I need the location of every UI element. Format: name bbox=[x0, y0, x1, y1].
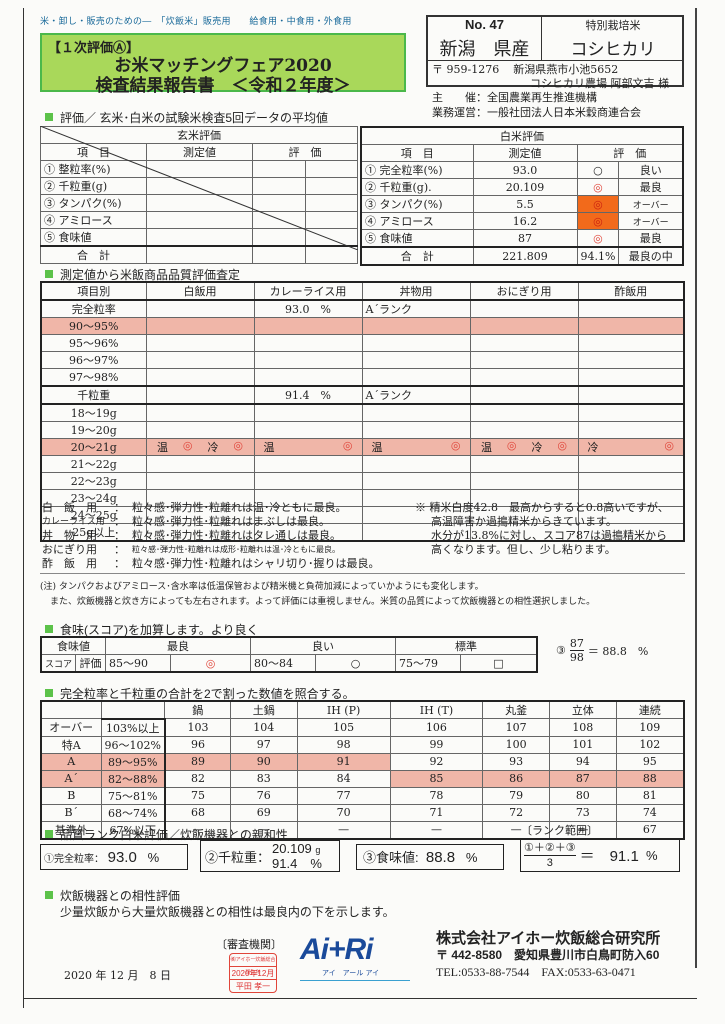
report-date: 2020 年 12 月 8 日 bbox=[64, 969, 171, 982]
table-row: ⑤ 食味値 87 ◎ 最良 bbox=[360, 229, 684, 248]
comment-row: おにぎり用：粒々感･弾力性･粒離れは成形･粒離れは温･冷ともに最良。 bbox=[42, 543, 340, 556]
total-row: 合 計 221.809 94.1% 最良の中 bbox=[360, 246, 684, 266]
address-block: 〒 959-1276 新潟県燕市小池5652 コシヒカリ農場 阿部文吉 様 bbox=[432, 63, 669, 91]
sen-row: 千粒重 91.4 % A´ランク bbox=[40, 385, 685, 405]
operator: 業務運営：一般社団法人日本米穀商連合会 bbox=[432, 106, 641, 119]
table-row: オーバー 103%以上 103 104 105 106 107 108 109 bbox=[40, 718, 685, 737]
page-right-border bbox=[695, 8, 697, 968]
table-row: ④ アミロース 16.2 ◎ オーバー bbox=[360, 212, 684, 230]
address: 新潟県燕市小池5652 bbox=[513, 63, 619, 76]
approval-stamp: ㈱アイホー炊飯総合研究所 2020年12月 平田 孝一 bbox=[229, 953, 277, 993]
diagonal-strike bbox=[40, 126, 358, 250]
kanzen-box: ①完全粒率： 93.0 % bbox=[40, 844, 188, 870]
entry-number: No. 47 bbox=[428, 17, 542, 35]
review-label: 〔審査機関〕 bbox=[216, 938, 282, 951]
taste-formula: ③ 87 98 ＝ 88.8 % bbox=[556, 637, 649, 664]
title-banner: 【１次評価Ⓐ】 お米マッチングフェア2020 検査結果報告書 ＜令和２年度＞ bbox=[40, 33, 406, 96]
col-header: 評 価 bbox=[576, 144, 684, 162]
col-header: 酢飯用 bbox=[577, 281, 685, 301]
bullet-icon bbox=[45, 830, 53, 838]
table-row: 18～19g bbox=[40, 403, 685, 422]
rank-formula-box: ①＋②＋③ 3 ＝ 91.1 % bbox=[520, 838, 680, 872]
comment-row: 丼 物 用：粒々感･弾力性･粒離れはタレ通しは最良。 bbox=[42, 529, 341, 542]
page-left-border bbox=[23, 8, 24, 1008]
col-header: 丼物用 bbox=[361, 281, 471, 301]
white-rice-table: 白米評価 項 目測定値評 価 ① 完全粒率(%) 93.0 ○ 良い ② 千粒重(g)… bbox=[360, 126, 684, 266]
bottom-border bbox=[23, 998, 697, 999]
host: 主 催：全国農業再生推進機構 bbox=[432, 91, 597, 104]
table-row: スコア 評価 85～90 ◎ 80～84 ○ 75～79 □ bbox=[40, 654, 538, 673]
table-row: 22～23g bbox=[40, 472, 685, 490]
kanzen-row: 完全粒率 93.0 % A´ランク bbox=[40, 299, 685, 318]
table-row: ① 完全粒率(%) 93.0 ○ 良い bbox=[360, 161, 684, 179]
col-header: カレーライス用 bbox=[253, 281, 363, 301]
comment-row: カレーライス用：粒々感･弾力性･粒離れはまぶしは最良。 bbox=[42, 515, 330, 528]
table-row: A´ 82～88% 82 83 84 85 86 87 88 bbox=[40, 769, 685, 788]
remark: ※ 精米白度42.8 最高からすると0.8高いですが、 高温障害か過搗精米からき… bbox=[415, 501, 669, 556]
comment-row: 白 飯 用：粒々感･弾力性･粒離れは温･冷ともに最良。 bbox=[42, 501, 347, 514]
divider bbox=[40, 573, 685, 574]
table-row: ② 千粒重(g). 20.109 ◎ 最良 bbox=[360, 178, 684, 196]
col-header: 白飯用 bbox=[145, 281, 255, 301]
company-info: 株式会社アイホー炊飯総合研究所 〒 442-8580 愛知県豊川市白鳥町防入60… bbox=[436, 930, 661, 979]
table-row-highlight: 20～21g 温 ◎ 冷 ◎ 温 ◎ 温 ◎ 温 ◎ 冷 ◎ 冷 ◎ bbox=[40, 438, 685, 456]
col-header: 測定値 bbox=[472, 144, 578, 162]
table-row: 90～95% bbox=[40, 317, 685, 335]
logo-kana: アイ アール アイ bbox=[322, 969, 380, 977]
bullet-icon bbox=[45, 891, 53, 899]
logo-underline bbox=[300, 980, 410, 981]
title-line2: 検査結果報告書 ＜令和２年度＞ bbox=[95, 76, 351, 96]
entry-box: No. 47 特別栽培米 新潟 県産 コシヒカリ 〒 959-1276 新潟県燕… bbox=[426, 15, 684, 90]
rank-range-label: 〔ランク範囲〕 bbox=[521, 824, 598, 837]
section1-heading: 評価／ 玄米･白米の試験米検査5回データの平均値 bbox=[45, 109, 328, 126]
bullet-icon bbox=[45, 270, 53, 278]
col-header: 項 目 bbox=[360, 144, 474, 162]
usage-comments: 白 飯 用：粒々感･弾力性･粒離れは温･冷ともに最良。 カレーライス用：粒々感･… bbox=[42, 501, 402, 571]
table-row: 特A 96～102% 96 97 98 99 100 101 102 bbox=[40, 735, 685, 754]
white-title: 白米評価 bbox=[360, 126, 684, 145]
tagline: 米・卸し・販売のための― 「炊飯米」販売用 給食用・中食用・外食用 bbox=[40, 17, 352, 27]
col-header: 項目別 bbox=[40, 281, 147, 301]
postal-code: 〒 959-1276 bbox=[432, 63, 500, 76]
table-row: 97～98% bbox=[40, 368, 685, 387]
table-row: 95～96% bbox=[40, 334, 685, 352]
caution-note: (注) タンパクおよびアミロース･含水率は低温保管および精米機と負荷加減によって… bbox=[40, 582, 596, 607]
table-row: A 89～95% 89 90 91 92 93 94 95 bbox=[40, 752, 685, 771]
section6-text: 少量炊飯から大量炊飯機器との相性は最良内の下を示します。 bbox=[60, 905, 395, 919]
sen-box: ②千粒重： 20.109 g 91.4 % bbox=[200, 840, 340, 872]
shokumi-box: ③食味値: 88.8 % bbox=[356, 844, 504, 870]
table-row: 19～20g bbox=[40, 421, 685, 439]
bullet-icon bbox=[45, 113, 53, 121]
prefecture: 新潟 県産 bbox=[428, 35, 542, 61]
table-row: B 75～81% 75 76 77 78 79 80 81 bbox=[40, 786, 685, 805]
bullet-icon bbox=[45, 625, 53, 633]
farm-name: コシヒカリ農場 阿部文吉 様 bbox=[530, 77, 669, 90]
organizers: 主 催：全国農業再生推進機構 業務運営：一般社団法人日本米穀商連合会 bbox=[432, 90, 641, 120]
table-row: B´ 68～74% 68 69 70 71 72 73 74 bbox=[40, 803, 685, 822]
bullet-icon bbox=[45, 689, 53, 697]
table-row: ③ タンパク(%) 5.5 ◎ オーバー bbox=[360, 195, 684, 213]
cooker-table: 鍋土鍋 IH (P) IH (T) 丸釜 立体 連続 オーバー 103%以上 103 104 10… bbox=[40, 700, 685, 840]
taste-table: 食味値 最良 良い 標準 スコア 評価 85～90 ◎ 80～84 ○ 75～79 □ bbox=[40, 636, 538, 673]
airi-logo: Ai+Ri bbox=[300, 933, 374, 966]
variety: コシヒカリ bbox=[542, 35, 684, 61]
table-row: 21～22g bbox=[40, 455, 685, 473]
special-cultivation: 特別栽培米 bbox=[585, 20, 641, 32]
col-header: おにぎり用 bbox=[469, 281, 579, 301]
table-row: 96～97% bbox=[40, 351, 685, 369]
comment-row: 酢 飯 用：粒々感･弾力性･粒離れはシャリ切り･握りは最良。 bbox=[42, 557, 380, 570]
section6-heading: 炊飯機器との相性評価 bbox=[45, 887, 180, 904]
